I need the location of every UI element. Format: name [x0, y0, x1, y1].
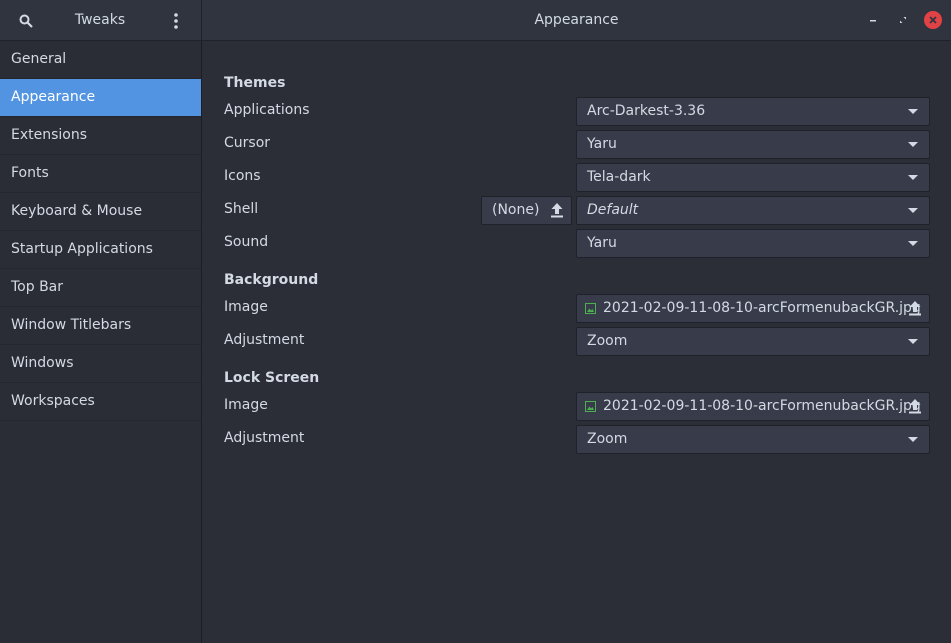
sidebar-item-startup-applications[interactable]: Startup Applications	[0, 231, 201, 269]
background-image-filename: 2021-02-09-11-08-10-arcFormenubackGR.jpg	[603, 300, 921, 316]
app-title: Tweaks	[74, 12, 126, 28]
header-sidebar-section: Tweaks	[0, 0, 202, 41]
dropdown-arrow-icon	[908, 208, 918, 213]
lock-screen-adjustment-dropdown[interactable]: Zoom	[576, 425, 930, 454]
dropdown-arrow-icon	[908, 142, 918, 147]
icons-theme-dropdown[interactable]: Tela-dark	[576, 163, 930, 192]
cursor-theme-value: Yaru	[587, 136, 617, 152]
maximize-icon	[900, 17, 906, 23]
sound-theme-dropdown[interactable]: Yaru	[576, 229, 930, 258]
image-file-icon	[585, 401, 596, 412]
applications-theme-value: Arc-Darkest-3.36	[587, 103, 706, 119]
background-adjustment-label: Adjustment	[224, 332, 305, 348]
sidebar-item-appearance[interactable]: Appearance	[0, 79, 201, 117]
maximize-button[interactable]	[894, 11, 912, 29]
search-icon	[19, 14, 33, 28]
applications-theme-dropdown[interactable]: Arc-Darkest-3.36	[576, 97, 930, 126]
shell-file-value: (None)	[492, 202, 540, 218]
background-section-title: Background	[224, 272, 319, 288]
applications-label: Applications	[224, 102, 310, 118]
cursor-theme-dropdown[interactable]: Yaru	[576, 130, 930, 159]
sidebar-item-extensions[interactable]: Extensions	[0, 117, 201, 155]
icons-theme-value: Tela-dark	[587, 169, 651, 185]
upload-icon	[909, 301, 921, 316]
close-icon	[929, 16, 937, 24]
lock-screen-image-label: Image	[224, 397, 268, 413]
dropdown-arrow-icon	[908, 437, 918, 442]
minimize-icon	[870, 20, 876, 22]
background-adjustment-dropdown[interactable]: Zoom	[576, 327, 930, 356]
minimize-button[interactable]	[864, 11, 882, 29]
sound-label: Sound	[224, 234, 269, 250]
shell-file-chooser-button[interactable]: (None)	[481, 196, 572, 225]
window-title: Appearance	[534, 12, 619, 28]
background-adjustment-value: Zoom	[587, 333, 628, 349]
appearance-panel: Themes Applications Arc-Darkest-3.36 Cur…	[203, 41, 951, 643]
vertical-dots-icon	[174, 12, 178, 29]
sidebar-item-workspaces[interactable]: Workspaces	[0, 383, 201, 421]
shell-label: Shell	[224, 201, 259, 217]
lock-screen-section-title: Lock Screen	[224, 370, 320, 386]
dropdown-arrow-icon	[908, 241, 918, 246]
upload-icon	[909, 399, 921, 414]
background-image-file-chooser[interactable]: 2021-02-09-11-08-10-arcFormenubackGR.jpg	[576, 294, 930, 323]
background-image-label: Image	[224, 299, 268, 315]
sidebar-item-window-titlebars[interactable]: Window Titlebars	[0, 307, 201, 345]
main-menu-button[interactable]	[160, 0, 192, 41]
icons-label: Icons	[224, 168, 261, 184]
close-button[interactable]	[924, 11, 942, 29]
sidebar: General Appearance Extensions Fonts Keyb…	[0, 41, 202, 643]
sidebar-item-windows[interactable]: Windows	[0, 345, 201, 383]
cursor-label: Cursor	[224, 135, 271, 151]
upload-icon	[551, 203, 563, 218]
sidebar-item-fonts[interactable]: Fonts	[0, 155, 201, 193]
sound-theme-value: Yaru	[587, 235, 617, 251]
header-bar: Tweaks Appearance	[0, 0, 951, 41]
dropdown-arrow-icon	[908, 109, 918, 114]
sidebar-item-keyboard-mouse[interactable]: Keyboard & Mouse	[0, 193, 201, 231]
image-file-icon	[585, 303, 596, 314]
dropdown-arrow-icon	[908, 339, 918, 344]
shell-theme-value: Default	[587, 202, 639, 218]
sidebar-item-top-bar[interactable]: Top Bar	[0, 269, 201, 307]
shell-theme-dropdown[interactable]: Default	[576, 196, 930, 225]
lock-screen-image-filename: 2021-02-09-11-08-10-arcFormenubackGR.jpg	[603, 398, 921, 414]
lock-screen-image-file-chooser[interactable]: 2021-02-09-11-08-10-arcFormenubackGR.jpg	[576, 392, 930, 421]
themes-section-title: Themes	[224, 75, 286, 91]
sidebar-item-general[interactable]: General	[0, 41, 201, 79]
search-button[interactable]	[8, 0, 44, 41]
lock-screen-adjustment-value: Zoom	[587, 431, 628, 447]
dropdown-arrow-icon	[908, 175, 918, 180]
lock-screen-adjustment-label: Adjustment	[224, 430, 305, 446]
